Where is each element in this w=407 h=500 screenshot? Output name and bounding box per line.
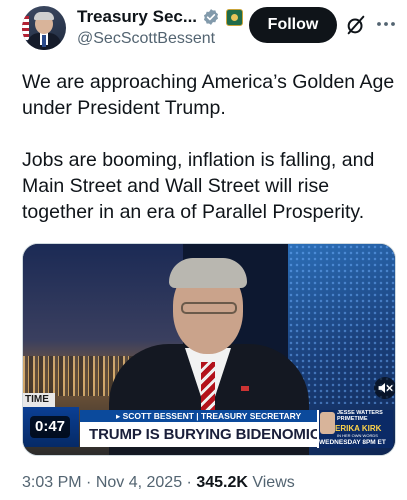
grok-icon[interactable]	[345, 14, 367, 36]
speaker-hair	[169, 258, 247, 288]
display-name[interactable]: Treasury Sec...	[77, 7, 197, 27]
avatar-hair	[34, 12, 54, 20]
meta-separator: ·	[182, 474, 197, 491]
avatar[interactable]	[22, 6, 66, 50]
tweet-time[interactable]: 3:03 PM	[22, 474, 82, 491]
views-label: Views	[247, 474, 295, 491]
promo-show: JESSE WATTERS PRIMETIME	[337, 410, 383, 422]
name-row: Treasury Sec...	[77, 6, 244, 28]
flag-pin	[241, 386, 249, 391]
flag-decoration	[22, 16, 29, 40]
tweet-meta: 3:03 PM · Nov 4, 2025 · 345.2K Views	[22, 474, 295, 492]
corner-bug: TIME	[23, 393, 55, 407]
tweet-date[interactable]: Nov 4, 2025	[96, 474, 182, 491]
tweet-paragraph: We are approaching America’s Golden Age …	[22, 71, 395, 119]
handle[interactable]: @SecScottBessent	[77, 30, 215, 48]
promo-time: WEDNESDAY 8PM ET	[319, 439, 386, 446]
follow-button[interactable]: Follow	[249, 7, 337, 43]
video-duration: 0:47	[30, 416, 71, 438]
avatar-tie	[42, 35, 46, 47]
more-dots-icon[interactable]	[374, 12, 398, 36]
tweet-paragraph: Jobs are booming, inflation is falling, …	[22, 149, 375, 223]
meta-separator: ·	[81, 474, 96, 491]
treasury-seal-icon[interactable]	[226, 8, 244, 26]
views-count: 345.2K	[196, 474, 248, 491]
promo-guest: ERIKA KIRK	[335, 424, 382, 433]
tweet-header: Treasury Sec... @SecScottBessent Follow	[0, 0, 407, 62]
lower-third-name: ▸ SCOTT BESSENT | TREASURY SECRETARY	[80, 410, 317, 422]
lower-third-headline: TRUMP IS BURYING BIDENOMICS	[80, 422, 331, 447]
promo-subtitle: IN HER OWN WORDS	[337, 433, 378, 438]
verified-badge-icon	[203, 9, 219, 25]
volume-muted-icon[interactable]	[374, 377, 396, 399]
speaker-glasses	[181, 302, 237, 314]
video-player[interactable]: TIME ▸ SCOTT BESSENT | TREASURY SECRETAR…	[22, 243, 396, 456]
promo-thumbnail	[320, 412, 335, 434]
tweet-text: We are approaching America’s Golden Age …	[22, 69, 400, 225]
